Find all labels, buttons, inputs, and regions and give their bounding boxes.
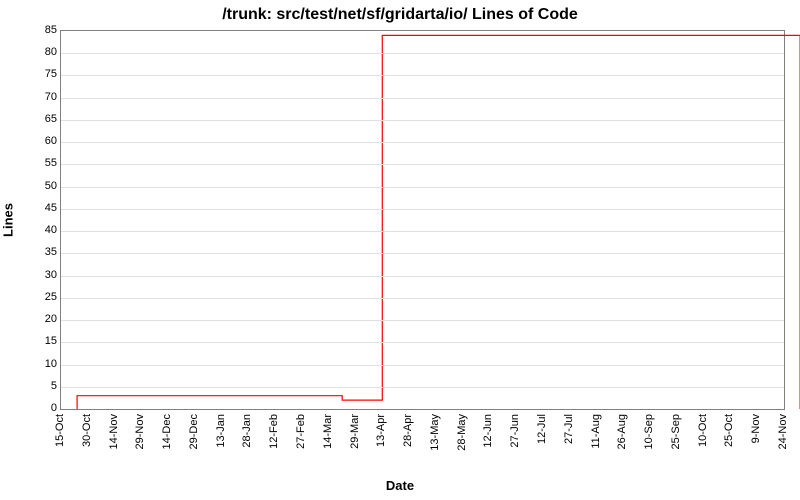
gridline-h	[61, 120, 784, 121]
y-tick-label: 0	[27, 402, 57, 414]
x-tick-label: 28-Jan	[241, 414, 253, 448]
gridline-h	[61, 164, 784, 165]
x-tick-label: 27-Jul	[563, 414, 575, 444]
x-tick-label: 28-May	[456, 414, 468, 451]
gridline-h	[61, 342, 784, 343]
y-tick-label: 80	[27, 46, 57, 58]
gridline-h	[61, 387, 784, 388]
y-tick-label: 5	[27, 380, 57, 392]
y-tick-label: 45	[27, 202, 57, 214]
x-tick-label: 12-Feb	[268, 414, 280, 449]
plot-area	[60, 30, 785, 410]
y-tick-label: 50	[27, 180, 57, 192]
y-axis-label: Lines	[1, 203, 16, 237]
gridline-h	[61, 365, 784, 366]
x-tick-label: 14-Dec	[161, 414, 173, 449]
x-tick-label: 15-Oct	[54, 414, 66, 447]
gridline-h	[61, 53, 784, 54]
y-tick-label: 35	[27, 246, 57, 258]
x-tick-label: 10-Sep	[643, 414, 655, 449]
gridline-h	[61, 253, 784, 254]
x-tick-label: 26-Aug	[616, 414, 628, 449]
gridline-h	[61, 320, 784, 321]
gridline-h	[61, 231, 784, 232]
x-axis-label: Date	[0, 478, 800, 493]
x-tick-label: 10-Oct	[697, 414, 709, 447]
y-tick-label: 65	[27, 113, 57, 125]
y-tick-label: 85	[27, 24, 57, 36]
gridline-h	[61, 187, 784, 188]
y-tick-label: 60	[27, 135, 57, 147]
chart-title: /trunk: src/test/net/sf/gridarta/io/ Lin…	[0, 6, 800, 24]
y-tick-label: 30	[27, 269, 57, 281]
gridline-h	[61, 298, 784, 299]
chart-container: /trunk: src/test/net/sf/gridarta/io/ Lin…	[0, 0, 800, 500]
y-tick-label: 70	[27, 91, 57, 103]
x-tick-label: 28-Apr	[402, 414, 414, 447]
x-tick-label: 11-Aug	[590, 414, 602, 449]
x-tick-label: 29-Mar	[349, 414, 361, 449]
x-tick-label: 9-Nov	[750, 414, 762, 443]
x-tick-label: 13-Jan	[215, 414, 227, 448]
x-tick-label: 25-Sep	[670, 414, 682, 449]
gridline-h	[61, 276, 784, 277]
series-loc-line	[77, 35, 800, 409]
x-tick-label: 30-Oct	[81, 414, 93, 447]
y-tick-label: 40	[27, 224, 57, 236]
x-tick-label: 25-Oct	[723, 414, 735, 447]
x-tick-label: 14-Nov	[108, 414, 120, 449]
x-tick-label: 14-Mar	[322, 414, 334, 449]
x-tick-label: 24-Nov	[777, 414, 789, 449]
x-tick-label: 27-Jun	[509, 414, 521, 448]
x-tick-label: 12-Jul	[536, 414, 548, 444]
x-tick-label: 13-Apr	[375, 414, 387, 447]
data-line-svg	[61, 31, 784, 409]
x-tick-label: 13-May	[429, 414, 441, 451]
x-tick-label: 29-Nov	[134, 414, 146, 449]
y-tick-label: 15	[27, 335, 57, 347]
y-tick-label: 55	[27, 157, 57, 169]
y-tick-label: 20	[27, 313, 57, 325]
x-tick-label: 12-Jun	[482, 414, 494, 448]
gridline-h	[61, 98, 784, 99]
y-tick-label: 25	[27, 291, 57, 303]
y-tick-label: 75	[27, 68, 57, 80]
gridline-h	[61, 75, 784, 76]
gridline-h	[61, 142, 784, 143]
y-tick-label: 10	[27, 358, 57, 370]
x-tick-label: 29-Dec	[188, 414, 200, 449]
x-tick-label: 27-Feb	[295, 414, 307, 449]
gridline-h	[61, 209, 784, 210]
